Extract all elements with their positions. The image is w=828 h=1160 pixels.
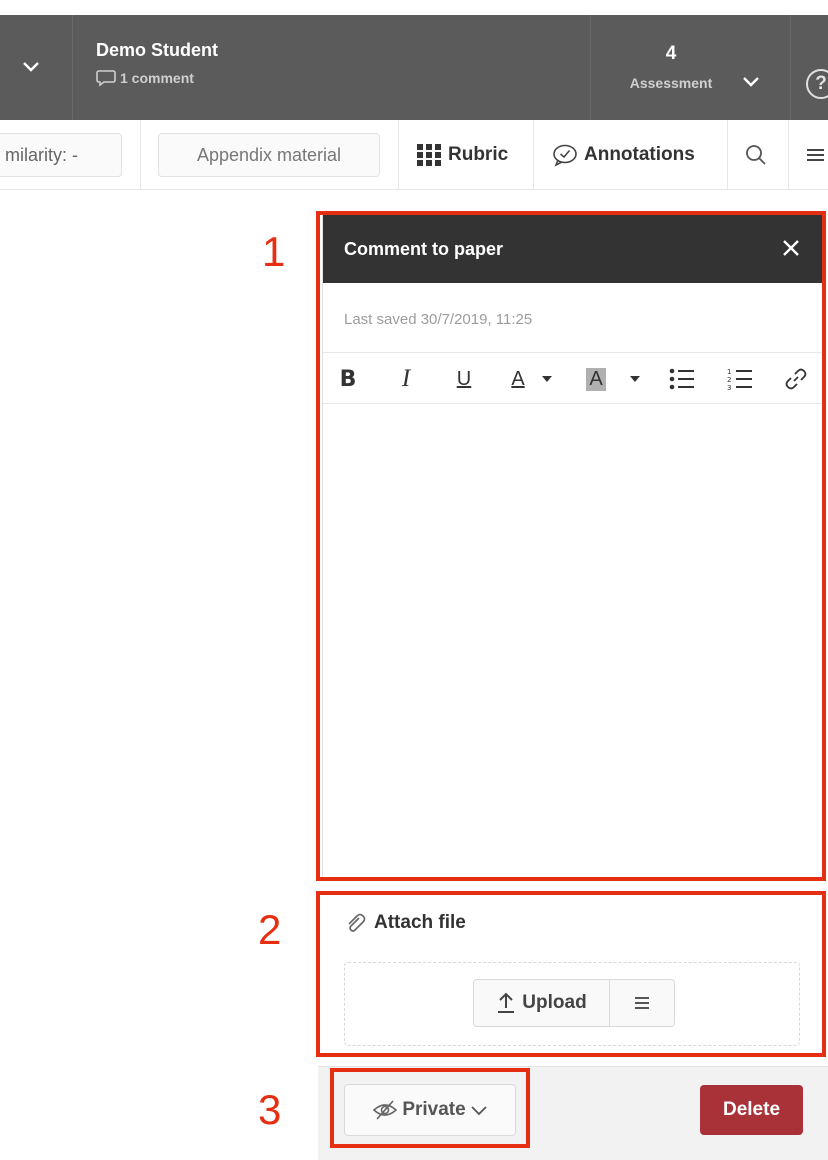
comment-panel-title: Comment to paper — [344, 239, 504, 259]
highlight-label: A — [586, 367, 606, 391]
svg-text:2: 2 — [727, 376, 731, 384]
speech-bubble-icon — [96, 70, 116, 87]
link-button[interactable] — [779, 353, 813, 405]
bullet-list-icon — [669, 368, 694, 390]
search-button[interactable] — [745, 120, 773, 190]
assessment-display[interactable]: 4 Assessment — [612, 43, 730, 91]
comment-panel: Comment to paper Last saved 30/7/2019, 1… — [322, 215, 822, 877]
visibility-dropdown[interactable]: Private — [344, 1084, 516, 1136]
visibility-label: Private — [402, 1099, 466, 1120]
upload-icon — [498, 992, 515, 1013]
attachments-section: Attach file Upload — [322, 890, 822, 1052]
annotation-marker-1: 1 — [262, 228, 286, 275]
menu-button[interactable] — [806, 120, 828, 190]
similarity-button[interactable]: milarity: - — [0, 133, 122, 177]
caret-down-icon — [542, 376, 552, 382]
italic-button[interactable]: I — [391, 353, 421, 405]
header-divider — [790, 15, 791, 120]
toolbar-divider — [140, 120, 141, 190]
rubric-label: Rubric — [448, 144, 509, 165]
upload-button[interactable]: Upload — [474, 980, 610, 1026]
upload-button-group: Upload — [473, 979, 675, 1027]
menu-icon — [635, 997, 649, 1009]
formatting-toolbar: B I U A A 1 2 3 — [323, 352, 822, 404]
comment-panel-header: Comment to paper — [323, 215, 822, 283]
annotations-label: Annotations — [584, 144, 695, 165]
text-color-dropdown[interactable] — [539, 353, 555, 405]
svg-text:1: 1 — [727, 368, 731, 376]
appendix-material-button[interactable]: Appendix material — [158, 133, 380, 177]
menu-icon — [807, 149, 824, 161]
annotation-marker-2: 2 — [258, 906, 282, 953]
attach-file-label: Attach file — [374, 912, 466, 933]
link-icon — [785, 368, 807, 390]
grid-icon — [417, 144, 441, 166]
text-color-button[interactable]: A — [503, 353, 533, 405]
caret-down-icon — [630, 376, 640, 382]
header-divider — [590, 15, 591, 120]
toolbar-divider — [533, 120, 534, 190]
comment-check-icon — [553, 144, 577, 167]
upload-options-button[interactable] — [610, 980, 674, 1026]
comment-count[interactable]: 1 comment — [96, 69, 218, 87]
bold-button[interactable]: B — [333, 353, 363, 405]
annotations-button[interactable]: Annotations — [552, 120, 695, 190]
toolbar-divider — [727, 120, 728, 190]
highlight-dropdown[interactable] — [627, 353, 643, 405]
assessment-label: Assessment — [629, 75, 713, 91]
attach-file-heading: Attach file — [344, 912, 466, 934]
close-icon[interactable] — [780, 237, 802, 259]
svg-text:3: 3 — [727, 384, 731, 391]
highlight-button[interactable]: A — [581, 353, 611, 405]
annotation-marker-3: 3 — [258, 1086, 282, 1133]
comment-editor[interactable] — [323, 405, 822, 877]
numbered-list-button[interactable]: 1 2 3 — [723, 353, 757, 405]
toolbar: milarity: - Appendix material — [0, 120, 828, 190]
underline-button[interactable]: U — [449, 353, 479, 405]
assessment-value: 4 — [665, 43, 677, 64]
paperclip-icon — [348, 913, 366, 932]
delete-button[interactable]: Delete — [700, 1085, 803, 1135]
upload-label: Upload — [522, 992, 587, 1013]
help-icon[interactable]: ? — [806, 69, 828, 99]
eye-slash-icon — [373, 1100, 398, 1120]
chevron-down-icon[interactable] — [20, 55, 42, 77]
file-dropzone[interactable]: Upload — [344, 962, 800, 1046]
search-icon — [746, 145, 766, 165]
header-divider — [72, 15, 73, 120]
chevron-down-icon — [471, 1106, 487, 1116]
toolbar-divider — [398, 120, 399, 190]
top-header-bar: Demo Student 1 comment 4 Assessment ? — [0, 15, 828, 120]
student-info[interactable]: Demo Student 1 comment — [96, 40, 218, 87]
comment-footer: Private Delete — [318, 1066, 828, 1160]
numbered-list-icon: 1 2 3 — [727, 368, 752, 391]
bullet-list-button[interactable] — [665, 353, 699, 405]
comment-count-label: 1 comment — [120, 70, 194, 86]
toolbar-divider — [788, 120, 789, 190]
student-name: Demo Student — [96, 40, 219, 60]
chevron-down-icon[interactable] — [741, 71, 761, 91]
rubric-button[interactable]: Rubric — [416, 120, 508, 190]
last-saved-text: Last saved 30/7/2019, 11:25 — [344, 311, 533, 328]
